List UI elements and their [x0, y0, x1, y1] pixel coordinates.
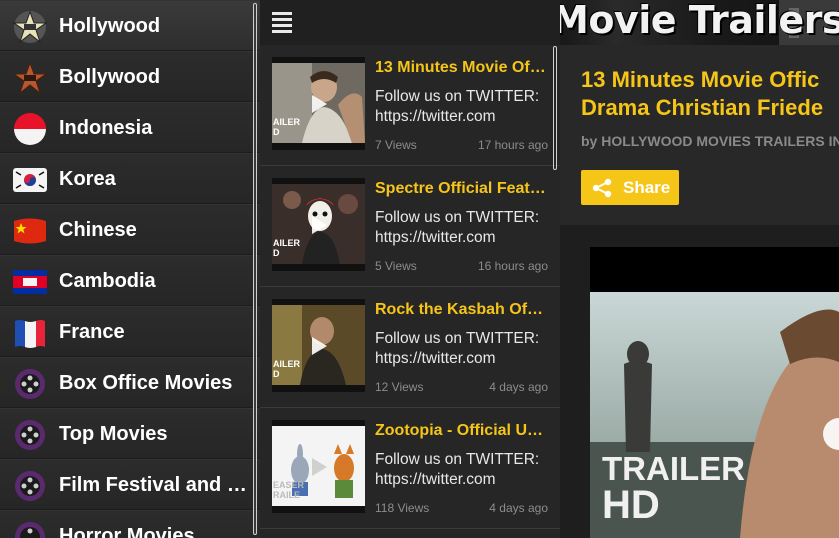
sidebar-item-korea[interactable]: Korea	[0, 153, 260, 204]
sidebar-scrollbar[interactable]	[253, 3, 257, 535]
video-description: Follow us on TWITTER: https://twitter.co…	[375, 209, 540, 246]
sidebar-item-box-office-movies[interactable]: Box Office Movies	[0, 357, 260, 408]
video-thumbnail: AILER D	[272, 57, 365, 150]
sidebar-item-cambodia[interactable]: Cambodia	[0, 255, 260, 306]
app-banner: Movie Trailers	[560, 0, 839, 45]
svg-text:AILER: AILER	[273, 238, 301, 248]
hollywood-star-icon	[12, 9, 48, 45]
video-views: 118 Views	[375, 501, 430, 515]
sidebar-item-bollywood[interactable]: Bollywood	[0, 51, 260, 102]
list-header	[260, 0, 560, 45]
video-list-item[interactable]: EASER RAILE Zootopia - Official U… Follo…	[260, 408, 560, 529]
detail-title: 13 Minutes Movie Offic Drama Christian F…	[581, 67, 824, 120]
video-views: 12 Views	[375, 380, 424, 394]
sidebar-item-label: Top Movies	[59, 423, 168, 445]
svg-text:D: D	[273, 369, 280, 379]
video-description: Follow us on TWITTER: https://twitter.co…	[375, 451, 540, 488]
video-title: 13 Minutes Movie Of…	[375, 59, 546, 76]
korea-flag-icon	[12, 162, 48, 198]
video-thumbnail: AILER D	[272, 178, 365, 271]
sidebar-item-label: Chinese	[59, 219, 137, 241]
china-flag-icon	[12, 213, 48, 249]
list-scrollbar-thumb[interactable]	[553, 46, 557, 170]
sidebar-item-label: Horror Movies	[59, 525, 195, 538]
cambodia-flag-icon	[12, 264, 48, 300]
video-thumbnail: AILER D	[272, 299, 365, 392]
sidebar-item-top-movies[interactable]: Top Movies	[0, 408, 260, 459]
sidebar-item-film-festival[interactable]: Film Festival and I…	[0, 459, 260, 510]
sidebar-item-label: Indonesia	[59, 117, 153, 139]
video-thumbnail: EASER RAILE	[272, 420, 365, 513]
video-title: Rock the Kasbah Of…	[375, 301, 544, 318]
svg-text:EASER: EASER	[273, 480, 305, 490]
video-detail-panel: Movie Trailers 13 Minutes Movie Offic Dr…	[560, 0, 839, 538]
video-title: Zootopia - Official U…	[375, 422, 543, 439]
video-frame[interactable]: TRAILER HD	[590, 292, 839, 538]
film-reel-icon	[12, 468, 48, 504]
video-time: 4 days ago	[489, 501, 548, 515]
video-detail: 13 Minutes Movie Offic Drama Christian F…	[560, 45, 839, 225]
svg-text:D: D	[273, 127, 280, 137]
indonesia-flag-icon	[12, 111, 48, 147]
sidebar-item-label: Korea	[59, 168, 116, 190]
video-views: 5 Views	[375, 259, 417, 273]
video-list-item[interactable]: AILER D 13 Minutes Movie Of… Follow us o…	[260, 45, 560, 166]
share-button[interactable]: Share	[581, 170, 679, 205]
svg-text:RAILE: RAILE	[273, 490, 300, 500]
share-icon	[592, 178, 612, 198]
detail-byline: by HOLLYWOOD MOVIES TRAILERS IN	[581, 133, 839, 149]
sidebar-item-horror-movies[interactable]: Horror Movies	[0, 510, 260, 538]
sidebar-item-label: France	[59, 321, 125, 343]
video-player[interactable]: TRAILER HD	[590, 247, 839, 538]
sidebar-item-label: Cambodia	[59, 270, 156, 292]
sidebar-item-chinese[interactable]: Chinese	[0, 204, 260, 255]
video-views: 7 Views	[375, 138, 417, 152]
film-reel-icon	[12, 417, 48, 453]
video-time: 4 days ago	[489, 380, 548, 394]
share-label: Share	[623, 178, 671, 197]
sidebar-item-hollywood[interactable]: Hollywood	[0, 0, 260, 51]
video-list-panel: AILER D 13 Minutes Movie Of… Follow us o…	[260, 0, 560, 538]
sidebar-item-label: Box Office Movies	[59, 372, 233, 394]
svg-text:D: D	[273, 248, 280, 258]
trailer-overlay-text: TRAILER	[602, 450, 745, 487]
film-reel-icon	[12, 366, 48, 402]
video-list-item[interactable]: AILER D Rock the Kasbah Of… Follow us on…	[260, 287, 560, 408]
sidebar-item-label: Bollywood	[59, 66, 161, 88]
video-description: Follow us on TWITTER: https://twitter.co…	[375, 88, 540, 125]
sidebar-item-france[interactable]: France	[0, 306, 260, 357]
category-sidebar: Hollywood Bollywood Indonesia Korea Chin…	[0, 0, 260, 538]
video-time: 16 hours ago	[477, 259, 548, 273]
menu-icon[interactable]	[272, 12, 294, 34]
sidebar-item-indonesia[interactable]: Indonesia	[0, 102, 260, 153]
sidebar-scrollbar-thumb[interactable]	[253, 3, 257, 535]
banner-title: Movie Trailers	[560, 0, 839, 42]
sidebar-item-label: Hollywood	[59, 15, 161, 37]
bollywood-star-icon	[12, 60, 48, 96]
video-title: Spectre Official Feat…	[375, 180, 546, 197]
svg-text:AILER: AILER	[273, 359, 301, 369]
svg-text:AILER: AILER	[273, 117, 301, 127]
video-list-item[interactable]: AILER D Spectre Official Feat… Follow us…	[260, 166, 560, 287]
video-description: Follow us on TWITTER: https://twitter.co…	[375, 330, 540, 367]
film-reel-icon	[12, 519, 48, 538]
hd-overlay-text: HD	[602, 483, 660, 527]
video-time: 17 hours ago	[477, 138, 548, 152]
sidebar-item-label: Film Festival and I…	[59, 474, 249, 496]
france-flag-icon	[12, 315, 48, 351]
